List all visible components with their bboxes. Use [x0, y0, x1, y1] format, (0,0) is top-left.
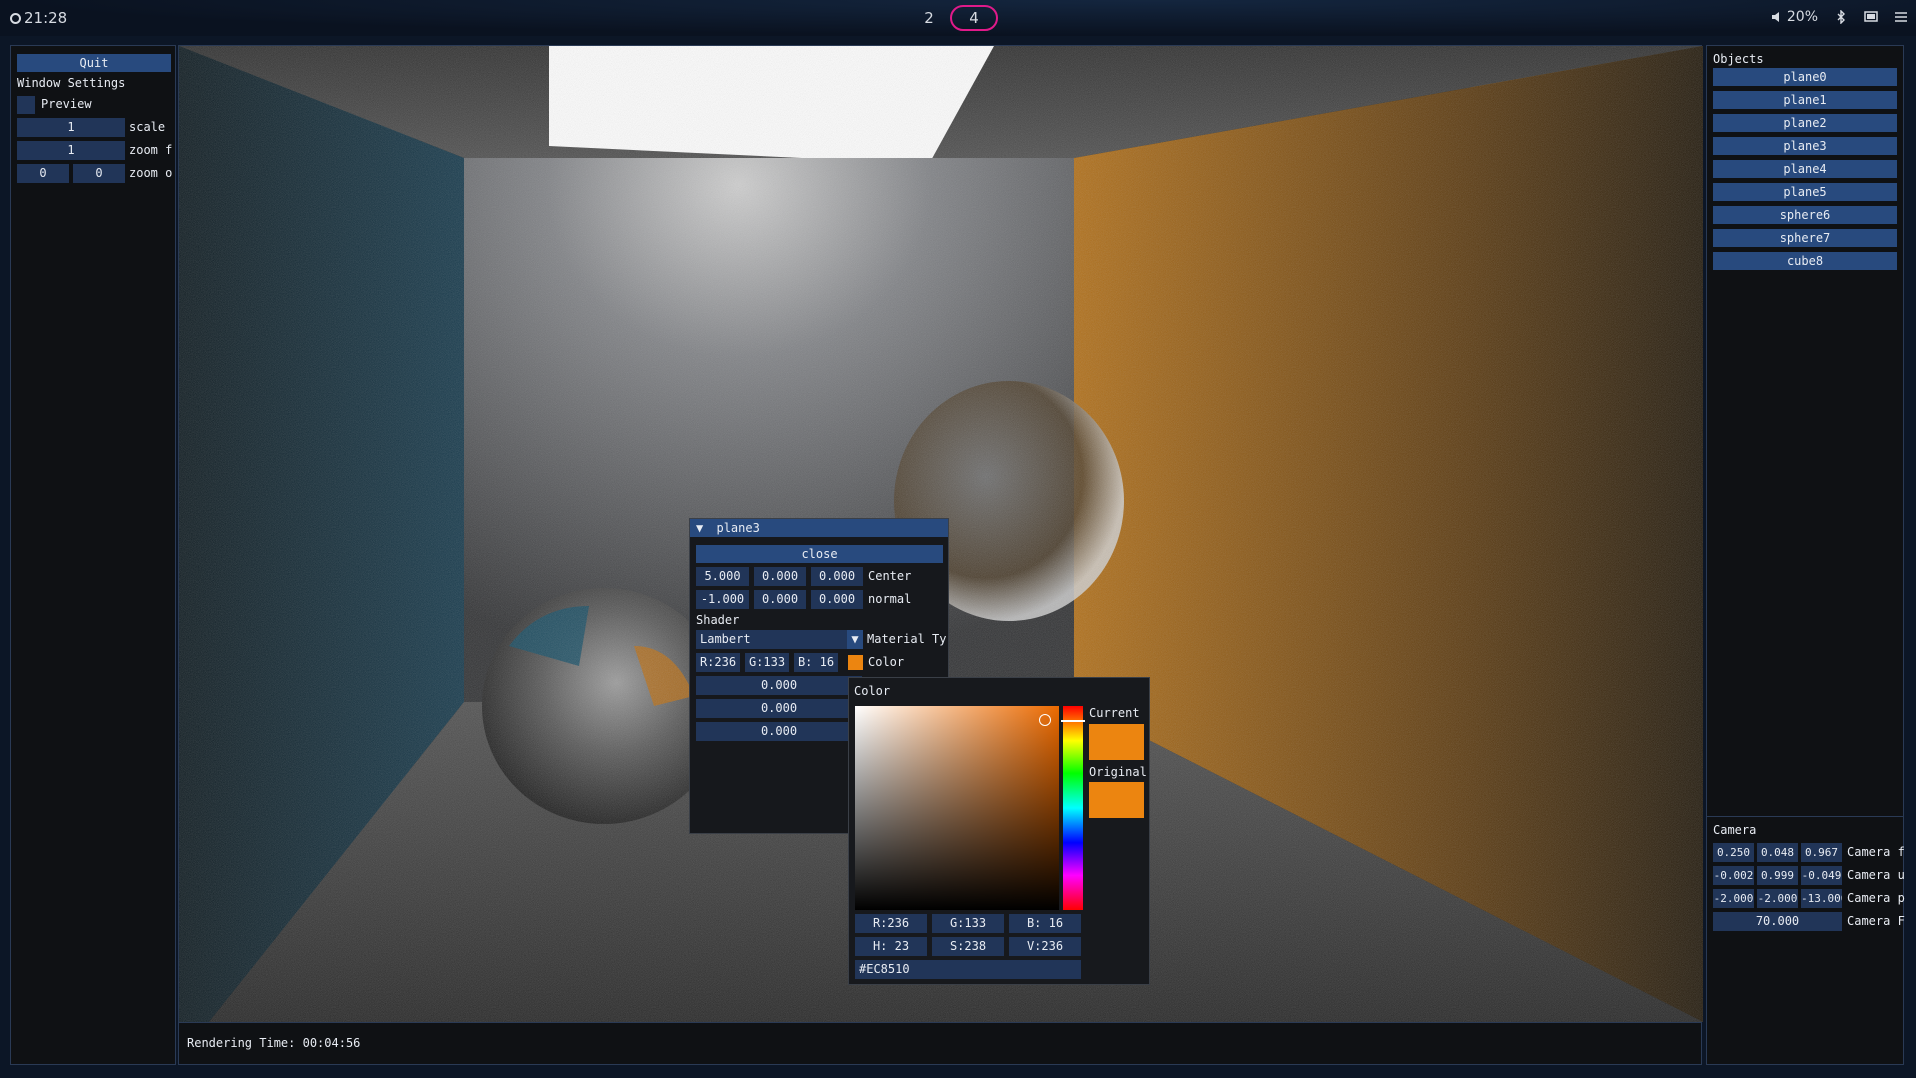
preview-label: Preview	[41, 97, 92, 111]
quit-button[interactable]: Quit	[17, 54, 171, 72]
camera-row-2-field-0[interactable]: -2.000	[1713, 889, 1754, 908]
current-label: Current	[1089, 706, 1140, 720]
original-color-swatch[interactable]	[1089, 782, 1144, 818]
normal-x-input[interactable]: -1.000	[696, 590, 749, 609]
hex-input[interactable]: #EC8510	[855, 960, 1081, 979]
scale-input[interactable]: 1	[17, 118, 125, 137]
color-picker-popup: Color Current Original R:236 G:133 B: 16…	[848, 677, 1150, 985]
normal-y-input[interactable]: 0.000	[754, 590, 806, 609]
volume-level: 20%	[1786, 9, 1818, 25]
color-picker-cursor[interactable]	[1039, 714, 1051, 726]
collapse-arrow-icon[interactable]: ▼	[696, 521, 703, 535]
zoom-o-y-input[interactable]: 0	[73, 164, 125, 183]
material-type-label: Material Ty	[867, 632, 947, 646]
camera-row-2-field-2[interactable]: -13.000	[1801, 889, 1842, 908]
param-3-input[interactable]: 0.000	[696, 722, 862, 741]
normal-z-input[interactable]: 0.000	[811, 590, 863, 609]
object-item-plane0[interactable]: plane0	[1713, 68, 1897, 86]
clock: 21:28	[10, 9, 67, 27]
status-bar: Rendering Time: 00:04:56	[179, 1022, 1701, 1064]
hue-slider[interactable]	[1061, 706, 1085, 910]
camera-row-0-field-2[interactable]: 0.967	[1801, 843, 1842, 862]
camera-row-2-field-1[interactable]: -2.000	[1757, 889, 1798, 908]
color-r-input[interactable]: R:236	[696, 653, 740, 672]
camera-row-1-field-1[interactable]: 0.999	[1757, 866, 1798, 885]
clock-icon	[10, 12, 21, 24]
window-title-bar[interactable]: ▼ plane3	[690, 519, 948, 537]
camera-row-1-field-2[interactable]: -0.049	[1801, 866, 1842, 885]
dropdown-arrow-icon[interactable]: ▼	[847, 630, 863, 649]
zoom-o-x-input[interactable]: 0	[17, 164, 69, 183]
camera-row-1-field-0[interactable]: -0.002	[1713, 866, 1754, 885]
shader-label: Shader	[696, 613, 740, 627]
hue-slider-handle[interactable]	[1061, 720, 1085, 722]
color-swatch[interactable]	[848, 655, 863, 670]
workspace-2[interactable]: 2	[915, 5, 943, 31]
param-2-input[interactable]: 0.000	[696, 699, 862, 718]
right-panel: Objects plane0 plane1 plane2 plane3 plane4 pl…	[1706, 45, 1905, 1065]
object-item-sphere6[interactable]: sphere6	[1713, 206, 1897, 224]
scale-label: scale	[129, 120, 166, 134]
speaker-icon	[1771, 12, 1779, 22]
picker-g-input[interactable]: G:133	[932, 914, 1004, 933]
workspace-4-active[interactable]: 4	[950, 5, 998, 31]
system-tray: 20%	[1770, 9, 1908, 25]
material-type-value: Lambert	[700, 632, 751, 646]
panel-divider	[1707, 816, 1903, 817]
color-picker-title: Color	[854, 684, 891, 698]
left-settings-panel: Quit Window Settings Preview 1 scale 1 z…	[10, 45, 176, 1065]
center-z-input[interactable]: 0.000	[811, 567, 863, 586]
picker-s-input[interactable]: S:238	[932, 937, 1004, 956]
object-item-cube8[interactable]: cube8	[1713, 252, 1897, 270]
color-label: Color	[868, 655, 905, 669]
close-button[interactable]: close	[696, 545, 943, 563]
display-icon[interactable]	[1864, 10, 1878, 24]
camera-row-1-label: Camera u	[1847, 868, 1905, 882]
picker-h-input[interactable]: H: 23	[855, 937, 927, 956]
camera-row-0-label: Camera f	[1847, 845, 1905, 859]
rendering-time: Rendering Time: 00:04:56	[187, 1036, 361, 1050]
window-title: plane3	[716, 521, 760, 535]
preview-checkbox[interactable]	[17, 96, 35, 114]
current-color-swatch	[1089, 724, 1144, 760]
center-x-input[interactable]: 5.000	[696, 567, 749, 586]
center-label: Center	[868, 569, 912, 583]
picker-v-input[interactable]: V:236	[1009, 937, 1081, 956]
clock-time: 21:28	[24, 9, 68, 27]
camera-fov-label: Camera F	[1847, 914, 1905, 928]
color-b-input[interactable]: B: 16	[794, 653, 838, 672]
zoom-f-input[interactable]: 1	[17, 141, 125, 160]
color-g-input[interactable]: G:133	[745, 653, 789, 672]
zoom-o-label: zoom o	[129, 166, 173, 180]
object-item-plane3[interactable]: plane3	[1713, 137, 1897, 155]
object-item-plane2[interactable]: plane2	[1713, 114, 1897, 132]
picker-r-input[interactable]: R:236	[855, 914, 927, 933]
picker-b-input[interactable]: B: 16	[1009, 914, 1081, 933]
volume-indicator[interactable]: 20%	[1770, 9, 1818, 25]
top-bar: 21:28 2 4 20%	[0, 0, 1916, 36]
object-item-sphere7[interactable]: sphere7	[1713, 229, 1897, 247]
zoom-f-label: zoom f	[129, 143, 173, 157]
window-settings-header[interactable]: Window Settings	[17, 74, 125, 93]
saturation-value-area[interactable]	[855, 706, 1059, 910]
material-type-dropdown[interactable]: Lambert	[696, 630, 862, 649]
camera-row-2-label: Camera p	[1847, 891, 1905, 905]
camera-fov-input[interactable]: 70.000	[1713, 912, 1842, 931]
object-item-plane1[interactable]: plane1	[1713, 91, 1897, 109]
param-1-input[interactable]: 0.000	[696, 676, 862, 695]
camera-header: Camera	[1713, 823, 1757, 837]
object-item-plane5[interactable]: plane5	[1713, 183, 1897, 201]
camera-row-0-field-0[interactable]: 0.250	[1713, 843, 1754, 862]
camera-row-0-field-1[interactable]: 0.048	[1757, 843, 1798, 862]
menu-icon[interactable]	[1894, 10, 1908, 24]
bluetooth-icon[interactable]	[1834, 10, 1848, 24]
original-label: Original	[1089, 765, 1147, 779]
object-item-plane4[interactable]: plane4	[1713, 160, 1897, 178]
normal-label: normal	[868, 592, 912, 606]
center-y-input[interactable]: 0.000	[754, 567, 806, 586]
objects-header: Objects	[1713, 52, 1764, 66]
